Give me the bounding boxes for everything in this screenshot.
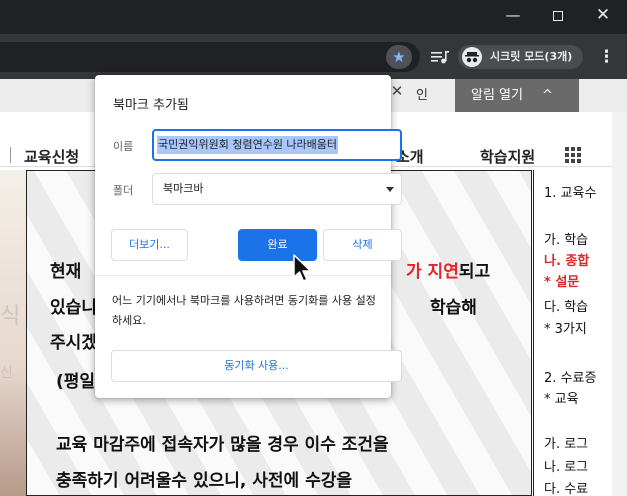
banner-ghost-text: 신 <box>0 365 13 381</box>
notice-line: 교육 마감주에 접속자가 많을 경우 이수 조건을 <box>56 435 389 455</box>
more-button[interactable]: 더보기... <box>111 229 188 261</box>
banner-ghost-text: 식 <box>0 304 21 329</box>
bookmark-added-dialog: 북마크 추가됨 ✕ 이름 국민권익위원회 청렴연수원 나라배움터 폴더 북마크바… <box>95 75 403 398</box>
notice-line: 학습해 <box>430 298 477 318</box>
incognito-label: 시크릿 모드(3개) <box>490 50 573 63</box>
browser-toolbar: ★ 시크릿 모드(3개) ⋮ <box>0 34 627 79</box>
maximize-button[interactable] <box>535 0 581 30</box>
guide-line: 1. 교육수 <box>544 186 597 201</box>
nav-item-course-apply[interactable]: 교육신청 <box>24 146 79 167</box>
sync-message: 어느 기기에서나 북마크를 사용하려면 동기화를 사용 설정하세요. <box>112 294 376 327</box>
address-bar[interactable] <box>0 42 420 72</box>
bookmark-star-icon[interactable]: ★ <box>386 45 412 69</box>
incognito-indicator[interactable]: 시크릿 모드(3개) <box>458 45 583 69</box>
folder-select[interactable]: 북마크바 <box>152 173 402 205</box>
notice-line: 있습니 <box>50 298 97 318</box>
notice-highlight: 가 지연 <box>406 262 459 282</box>
maximize-icon <box>553 10 563 21</box>
page-scrollbar[interactable] <box>612 112 627 496</box>
guide-line: * 설문 <box>544 275 580 290</box>
guide-line: 다. 학습 <box>544 300 589 315</box>
media-control-icon[interactable] <box>428 47 452 67</box>
notice-line: 가 지연되고 <box>406 262 491 282</box>
guide-line: 나. 종합 <box>544 254 590 269</box>
chevron-up-icon: ^ <box>542 88 553 103</box>
notice-line: (평일 <box>56 372 96 392</box>
guide-line: 가. 학습 <box>544 233 589 248</box>
alarm-open-button[interactable]: 알림 열기 ^ <box>455 79 579 112</box>
notice-line: 현재 <box>50 262 82 282</box>
notice-line: 주시겠 <box>50 333 97 353</box>
close-icon[interactable]: ✕ <box>389 83 405 99</box>
nav-item-learning-support[interactable]: 학습지원 <box>480 146 535 167</box>
guide-sidebar: 1. 교육수 가. 학습 나. 종합 * 설문 다. 학습 * 3가지 2. 수… <box>533 170 612 496</box>
bookmark-name-field[interactable]: 국민권익위원회 청렴연수원 나라배움터 <box>152 129 402 161</box>
guide-line: 나. 로그 <box>544 460 589 475</box>
guide-line: * 3가지 <box>544 322 587 337</box>
dialog-title: 북마크 추가됨 <box>113 98 189 113</box>
bookmark-name-selected-text: 국민권익위원회 청렴연수원 나라배움터 <box>157 136 339 154</box>
grid-menu-icon[interactable] <box>565 147 581 163</box>
name-label: 이름 <box>113 140 134 153</box>
alarm-open-label: 알림 열기 <box>471 88 523 103</box>
enable-sync-button[interactable]: 동기화 사용... <box>111 350 402 382</box>
incognito-icon <box>462 47 482 67</box>
login-link[interactable]: 인 <box>416 79 428 112</box>
chevron-down-icon <box>386 187 394 192</box>
playlist-icon <box>431 51 449 64</box>
mouse-cursor-icon <box>293 254 312 282</box>
folder-label: 폴더 <box>113 184 134 197</box>
dialog-divider <box>95 275 391 276</box>
close-window-button[interactable]: ✕ <box>580 0 626 30</box>
delete-button[interactable]: 삭제 <box>323 229 402 261</box>
guide-line: 2. 수료증 <box>544 371 597 386</box>
notice-line: 충족하기 어려울수 있으니, 사전에 수강을 <box>56 471 353 491</box>
nav-divider <box>10 147 11 163</box>
guide-line: 다. 수료 <box>544 482 589 496</box>
guide-line: 가. 로그 <box>544 437 589 452</box>
guide-line: * 교육 <box>544 392 579 407</box>
folder-select-value: 북마크바 <box>163 182 204 195</box>
banner-image: 식 신 <box>0 170 26 496</box>
menu-icon[interactable]: ⋮ <box>598 46 615 68</box>
minimize-button[interactable]: — <box>490 0 536 30</box>
